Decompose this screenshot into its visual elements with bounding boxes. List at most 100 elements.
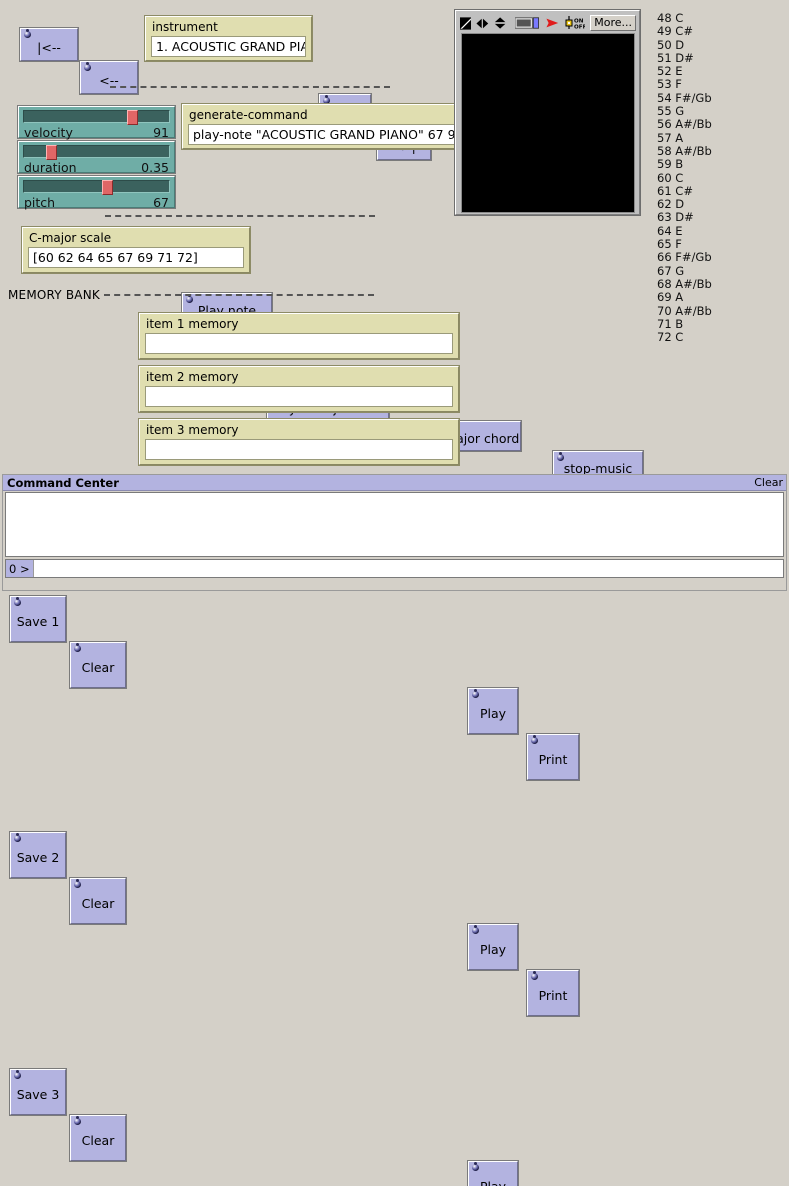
button-handle-icon bbox=[471, 926, 480, 935]
velocity-slider-label: velocity bbox=[24, 125, 73, 140]
svg-text:OFF: OFF bbox=[574, 25, 585, 30]
separator-middle bbox=[105, 215, 375, 217]
save-1-label: Save 1 bbox=[17, 609, 60, 629]
play-2-label: Play bbox=[480, 937, 506, 957]
memory-row-2: item 2 memory bbox=[139, 366, 459, 412]
note-item: 61 C# bbox=[657, 185, 747, 198]
clear-3-button[interactable]: Clear bbox=[70, 1115, 126, 1161]
memory-2-title: item 2 memory bbox=[140, 367, 458, 386]
previous-instrument-button[interactable]: <-- bbox=[80, 61, 138, 94]
command-center: Command Center Clear 0 > bbox=[2, 474, 787, 591]
application-window: |<-- <-- instrument 1. ACOUSTIC GRAND PI… bbox=[0, 0, 789, 593]
up-down-arrows-icon[interactable] bbox=[494, 16, 506, 30]
button-handle-icon bbox=[530, 736, 539, 745]
button-handle-icon bbox=[185, 295, 194, 304]
memory-1-title: item 1 memory bbox=[140, 314, 458, 333]
print-1-button[interactable]: Print bbox=[527, 734, 579, 780]
duration-slider[interactable]: duration 0.35 bbox=[18, 141, 175, 173]
clear-1-label: Clear bbox=[82, 655, 115, 675]
command-center-header: Command Center Clear bbox=[3, 475, 786, 491]
clear-2-button[interactable]: Clear bbox=[70, 878, 126, 924]
command-center-clear-button[interactable]: Clear bbox=[754, 476, 783, 489]
duration-slider-label: duration bbox=[24, 160, 77, 175]
save-2-button[interactable]: Save 2 bbox=[10, 832, 66, 878]
note-item: 65 F bbox=[657, 238, 747, 251]
velocity-slider-thumb[interactable] bbox=[127, 110, 138, 125]
note-item: 60 C bbox=[657, 172, 747, 185]
c-major-scale-title: C-major scale bbox=[23, 228, 249, 247]
screen-widget-icon[interactable] bbox=[515, 16, 539, 30]
generate-command-title: generate-command bbox=[183, 105, 477, 124]
more-button[interactable]: More... bbox=[590, 15, 636, 31]
note-item: 72 C bbox=[657, 331, 747, 344]
note-item: 50 D bbox=[657, 39, 747, 52]
command-center-input[interactable] bbox=[34, 560, 783, 577]
generate-command-panel: generate-command play-note "ACOUSTIC GRA… bbox=[182, 104, 478, 149]
print-2-button[interactable]: Print bbox=[527, 970, 579, 1016]
memory-2-value[interactable] bbox=[145, 386, 453, 407]
pitch-slider-track[interactable] bbox=[23, 180, 170, 193]
diagonal-split-square-icon[interactable] bbox=[460, 17, 471, 30]
red-play-triangle-icon[interactable] bbox=[546, 16, 559, 30]
velocity-slider[interactable]: velocity 91 bbox=[18, 106, 175, 138]
memory-3-value[interactable] bbox=[145, 439, 453, 460]
memory-1-value[interactable] bbox=[145, 333, 453, 354]
clear-1-button[interactable]: Clear bbox=[70, 642, 126, 688]
save-3-label: Save 3 bbox=[17, 1082, 60, 1102]
note-item: 67 G bbox=[657, 265, 747, 278]
instrument-value-field[interactable]: 1. ACOUSTIC GRAND PIANO bbox=[151, 36, 306, 57]
pitch-slider-value: 67 bbox=[153, 195, 169, 210]
button-handle-icon bbox=[73, 1117, 82, 1126]
velocity-slider-track[interactable] bbox=[23, 110, 170, 123]
note-item: 71 B bbox=[657, 318, 747, 331]
note-reference-list: 48 C 49 C# 50 D 51 D# 52 E 53 F 54 F#/Gb… bbox=[657, 12, 747, 344]
c-major-scale-panel: C-major scale [60 62 64 65 67 69 71 72] bbox=[22, 227, 250, 273]
duration-slider-thumb[interactable] bbox=[46, 145, 57, 160]
play-1-button[interactable]: Play bbox=[468, 688, 518, 734]
velocity-slider-value: 91 bbox=[153, 125, 169, 140]
c-major-scale-value[interactable]: [60 62 64 65 67 69 71 72] bbox=[28, 247, 244, 268]
button-handle-icon bbox=[471, 1163, 480, 1172]
button-handle-icon bbox=[471, 690, 480, 699]
pitch-slider-thumb[interactable] bbox=[102, 180, 113, 195]
note-item: 70 A#/Bb bbox=[657, 305, 747, 318]
separator-top bbox=[110, 86, 390, 88]
on-off-switch-icon[interactable]: ON OFF bbox=[565, 16, 585, 30]
generate-command-value[interactable]: play-note "ACOUSTIC GRAND PIANO" 67 91 0… bbox=[188, 124, 472, 145]
save-3-button[interactable]: Save 3 bbox=[10, 1069, 66, 1115]
canvas-panel: ON OFF More... bbox=[455, 10, 640, 215]
instrument-panel-title: instrument bbox=[146, 17, 311, 36]
command-center-title: Command Center bbox=[7, 476, 119, 490]
stop-music-label: stop-music bbox=[564, 456, 632, 476]
first-instrument-label: |<-- bbox=[37, 35, 61, 55]
button-handle-icon bbox=[73, 880, 82, 889]
first-instrument-button[interactable]: |<-- bbox=[20, 28, 78, 61]
note-item: 58 A#/Bb bbox=[657, 145, 747, 158]
button-handle-icon bbox=[83, 63, 92, 72]
memory-row-3: item 3 memory bbox=[139, 419, 459, 465]
note-item: 55 G bbox=[657, 105, 747, 118]
canvas-drawing-area[interactable] bbox=[461, 33, 635, 213]
left-right-arrows-icon[interactable] bbox=[476, 17, 489, 30]
duration-slider-track[interactable] bbox=[23, 145, 170, 158]
clear-3-label: Clear bbox=[82, 1128, 115, 1148]
print-1-label: Print bbox=[539, 747, 568, 767]
play-3-button[interactable]: Play bbox=[468, 1161, 518, 1186]
button-handle-icon bbox=[13, 598, 22, 607]
note-item: 57 A bbox=[657, 132, 747, 145]
button-handle-icon bbox=[13, 834, 22, 843]
memory-3-title: item 3 memory bbox=[140, 420, 458, 439]
previous-instrument-label: <-- bbox=[99, 68, 119, 88]
save-2-label: Save 2 bbox=[17, 845, 60, 865]
note-item: 59 B bbox=[657, 158, 747, 171]
command-center-transcript[interactable] bbox=[5, 492, 784, 557]
note-item: 52 E bbox=[657, 65, 747, 78]
button-handle-icon bbox=[23, 30, 32, 39]
button-handle-icon bbox=[530, 972, 539, 981]
instrument-panel: instrument 1. ACOUSTIC GRAND PIANO bbox=[145, 16, 312, 61]
pitch-slider-label: pitch bbox=[24, 195, 55, 210]
save-1-button[interactable]: Save 1 bbox=[10, 596, 66, 642]
play-2-button[interactable]: Play bbox=[468, 924, 518, 970]
play-3-label: Play bbox=[480, 1174, 506, 1186]
pitch-slider[interactable]: pitch 67 bbox=[18, 176, 175, 208]
